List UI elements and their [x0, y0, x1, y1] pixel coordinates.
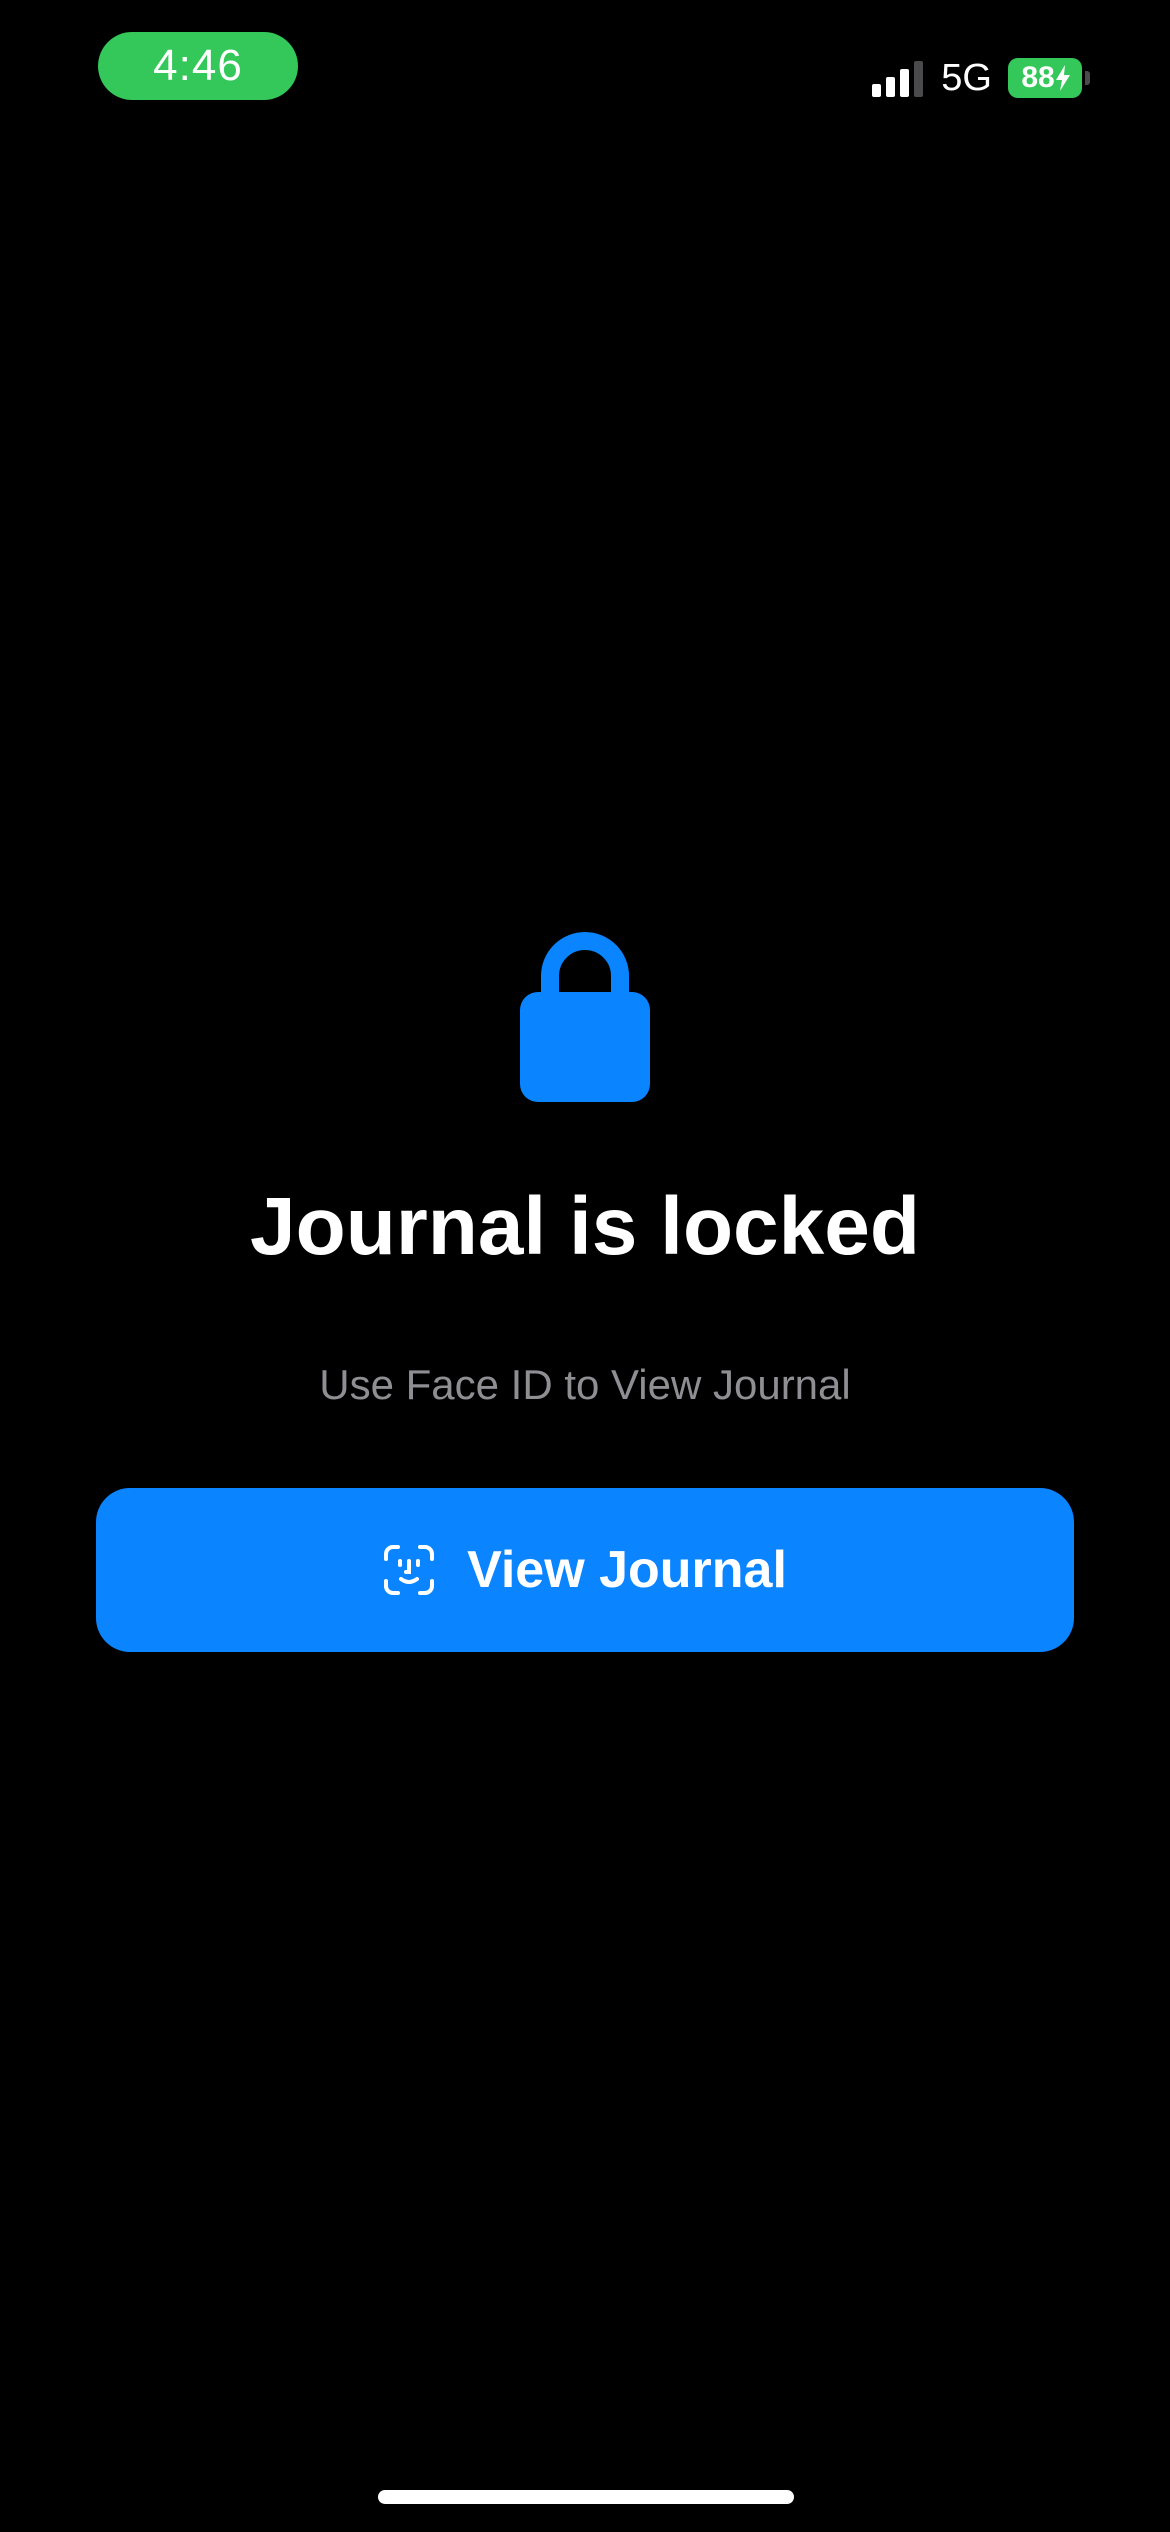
- status-indicators: 5G 88: [872, 56, 1090, 100]
- home-indicator[interactable]: [378, 2490, 794, 2504]
- battery-level: 88: [1021, 61, 1055, 94]
- cellular-signal-icon: [872, 59, 924, 97]
- charging-bolt-icon: [1055, 65, 1070, 91]
- faceid-icon: [384, 1545, 435, 1595]
- battery-cap: [1085, 71, 1090, 85]
- status-time-pill[interactable]: 4:46: [98, 32, 298, 100]
- network-type: 5G: [941, 56, 992, 99]
- status-time: 4:46: [153, 41, 243, 90]
- page-title: Journal is locked: [250, 1181, 920, 1272]
- battery-level-body: 88: [1008, 58, 1082, 98]
- face-id-instruction: Use Face ID to View Journal: [319, 1361, 851, 1408]
- view-journal-button[interactable]: View Journal: [96, 1488, 1074, 1652]
- battery-icon: 88: [1008, 58, 1090, 98]
- lock-icon: [520, 932, 650, 1102]
- view-journal-label: View Journal: [467, 1541, 787, 1599]
